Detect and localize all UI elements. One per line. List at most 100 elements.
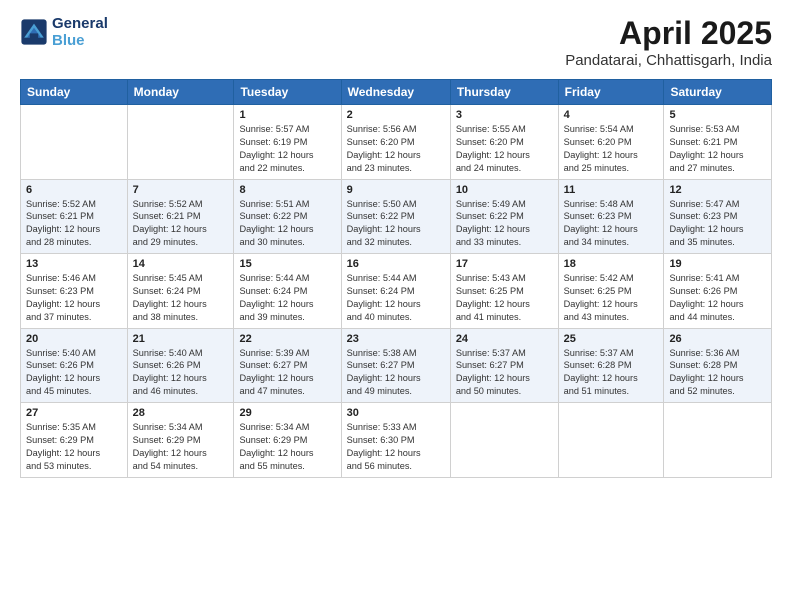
day-info: Sunrise: 5:45 AM Sunset: 6:24 PM Dayligh…: [133, 272, 229, 324]
calendar-cell: 5 Sunrise: 5:53 AM Sunset: 6:21 PM Daylig…: [664, 105, 772, 180]
day-header-monday: Monday: [127, 80, 234, 105]
calendar-cell: 14 Sunrise: 5:45 AM Sunset: 6:24 PM Dayli…: [127, 254, 234, 329]
day-number: 11: [564, 184, 659, 196]
calendar-week-2: 6 Sunrise: 5:52 AM Sunset: 6:21 PM Daylig…: [21, 179, 772, 254]
day-info: Sunrise: 5:43 AM Sunset: 6:25 PM Dayligh…: [456, 272, 553, 324]
day-info: Sunrise: 5:51 AM Sunset: 6:22 PM Dayligh…: [239, 198, 335, 250]
logo-line2: Blue: [52, 32, 85, 49]
day-info: Sunrise: 5:44 AM Sunset: 6:24 PM Dayligh…: [347, 272, 445, 324]
calendar-cell: 30Sunrise: 5:33 AM Sunset: 6:30 PM Dayli…: [341, 403, 450, 478]
day-info: Sunrise: 5:33 AM Sunset: 6:30 PM Dayligh…: [347, 421, 445, 473]
day-info: Sunrise: 5:47 AM Sunset: 6:23 PM Dayligh…: [669, 198, 766, 250]
header: General Blue April 2025 Pandatarai, Chha…: [20, 15, 772, 69]
calendar-cell: 19Sunrise: 5:41 AM Sunset: 6:26 PM Dayli…: [664, 254, 772, 329]
calendar-header-row: SundayMondayTuesdayWednesdayThursdayFrid…: [21, 80, 772, 105]
day-number: 22: [239, 333, 335, 345]
day-info: Sunrise: 5:53 AM Sunset: 6:21 PM Dayligh…: [669, 123, 766, 175]
calendar-cell: 4Sunrise: 5:54 AM Sunset: 6:20 PM Daylig…: [558, 105, 664, 180]
day-info: Sunrise: 5:38 AM Sunset: 6:27 PM Dayligh…: [347, 347, 445, 399]
calendar-cell: 16 Sunrise: 5:44 AM Sunset: 6:24 PM Dayli…: [341, 254, 450, 329]
logo-line1: General: [52, 15, 108, 32]
day-number: 15: [239, 258, 335, 270]
day-number: 2: [347, 109, 445, 121]
calendar-cell: 12 Sunrise: 5:47 AM Sunset: 6:23 PM Dayli…: [664, 179, 772, 254]
calendar-cell: [558, 403, 664, 478]
calendar-cell: 3 Sunrise: 5:55 AM Sunset: 6:20 PM Daylig…: [450, 105, 558, 180]
calendar-cell: 27Sunrise: 5:35 AM Sunset: 6:29 PM Dayli…: [21, 403, 128, 478]
day-info: Sunrise: 5:55 AM Sunset: 6:20 PM Dayligh…: [456, 123, 553, 175]
day-number: 23: [347, 333, 445, 345]
calendar-cell: 24 Sunrise: 5:37 AM Sunset: 6:27 PM Dayli…: [450, 328, 558, 403]
day-number: 28: [133, 407, 229, 419]
day-info: Sunrise: 5:37 AM Sunset: 6:28 PM Dayligh…: [564, 347, 659, 399]
day-header-tuesday: Tuesday: [234, 80, 341, 105]
day-info: Sunrise: 5:57 AM Sunset: 6:19 PM Dayligh…: [239, 123, 335, 175]
day-number: 6: [26, 184, 122, 196]
calendar-cell: 9Sunrise: 5:50 AM Sunset: 6:22 PM Daylig…: [341, 179, 450, 254]
calendar-cell: 22 Sunrise: 5:39 AM Sunset: 6:27 PM Dayli…: [234, 328, 341, 403]
calendar-cell: 29 Sunrise: 5:34 AM Sunset: 6:29 PM Dayli…: [234, 403, 341, 478]
day-info: Sunrise: 5:34 AM Sunset: 6:29 PM Dayligh…: [133, 421, 229, 473]
day-number: 18: [564, 258, 659, 270]
day-info: Sunrise: 5:40 AM Sunset: 6:26 PM Dayligh…: [133, 347, 229, 399]
calendar-cell: 21 Sunrise: 5:40 AM Sunset: 6:26 PM Dayli…: [127, 328, 234, 403]
day-number: 17: [456, 258, 553, 270]
day-number: 21: [133, 333, 229, 345]
day-number: 1: [239, 109, 335, 121]
day-info: Sunrise: 5:49 AM Sunset: 6:22 PM Dayligh…: [456, 198, 553, 250]
day-info: Sunrise: 5:35 AM Sunset: 6:29 PM Dayligh…: [26, 421, 122, 473]
day-info: Sunrise: 5:54 AM Sunset: 6:20 PM Dayligh…: [564, 123, 659, 175]
day-info: Sunrise: 5:44 AM Sunset: 6:24 PM Dayligh…: [239, 272, 335, 324]
day-header-saturday: Saturday: [664, 80, 772, 105]
calendar-cell: 28 Sunrise: 5:34 AM Sunset: 6:29 PM Dayli…: [127, 403, 234, 478]
day-number: 26: [669, 333, 766, 345]
logo-icon: [20, 18, 48, 46]
day-number: 24: [456, 333, 553, 345]
calendar-cell: 23 Sunrise: 5:38 AM Sunset: 6:27 PM Dayli…: [341, 328, 450, 403]
day-info: Sunrise: 5:46 AM Sunset: 6:23 PM Dayligh…: [26, 272, 122, 324]
calendar-cell: [450, 403, 558, 478]
calendar-week-4: 20Sunrise: 5:40 AM Sunset: 6:26 PM Dayli…: [21, 328, 772, 403]
day-header-thursday: Thursday: [450, 80, 558, 105]
day-info: Sunrise: 5:34 AM Sunset: 6:29 PM Dayligh…: [239, 421, 335, 473]
calendar-week-5: 27Sunrise: 5:35 AM Sunset: 6:29 PM Dayli…: [21, 403, 772, 478]
day-info: Sunrise: 5:36 AM Sunset: 6:28 PM Dayligh…: [669, 347, 766, 399]
day-number: 12: [669, 184, 766, 196]
calendar-cell: 7 Sunrise: 5:52 AM Sunset: 6:21 PM Daylig…: [127, 179, 234, 254]
day-number: 5: [669, 109, 766, 121]
day-number: 7: [133, 184, 229, 196]
day-number: 25: [564, 333, 659, 345]
calendar-cell: 25 Sunrise: 5:37 AM Sunset: 6:28 PM Dayli…: [558, 328, 664, 403]
calendar-cell: [664, 403, 772, 478]
day-header-wednesday: Wednesday: [341, 80, 450, 105]
calendar-week-3: 13Sunrise: 5:46 AM Sunset: 6:23 PM Dayli…: [21, 254, 772, 329]
logo: General Blue: [20, 15, 108, 50]
calendar-cell: 18 Sunrise: 5:42 AM Sunset: 6:25 PM Dayli…: [558, 254, 664, 329]
day-number: 16: [347, 258, 445, 270]
calendar-cell: 13Sunrise: 5:46 AM Sunset: 6:23 PM Dayli…: [21, 254, 128, 329]
day-info: Sunrise: 5:52 AM Sunset: 6:21 PM Dayligh…: [26, 198, 122, 250]
calendar-cell: 15 Sunrise: 5:44 AM Sunset: 6:24 PM Dayli…: [234, 254, 341, 329]
day-info: Sunrise: 5:41 AM Sunset: 6:26 PM Dayligh…: [669, 272, 766, 324]
day-info: Sunrise: 5:52 AM Sunset: 6:21 PM Dayligh…: [133, 198, 229, 250]
day-info: Sunrise: 5:42 AM Sunset: 6:25 PM Dayligh…: [564, 272, 659, 324]
day-info: Sunrise: 5:50 AM Sunset: 6:22 PM Dayligh…: [347, 198, 445, 250]
calendar-cell: 17 Sunrise: 5:43 AM Sunset: 6:25 PM Dayli…: [450, 254, 558, 329]
day-info: Sunrise: 5:56 AM Sunset: 6:20 PM Dayligh…: [347, 123, 445, 175]
calendar-cell: 20Sunrise: 5:40 AM Sunset: 6:26 PM Dayli…: [21, 328, 128, 403]
calendar-cell: 8Sunrise: 5:51 AM Sunset: 6:22 PM Daylig…: [234, 179, 341, 254]
calendar-cell: 1 Sunrise: 5:57 AM Sunset: 6:19 PM Daylig…: [234, 105, 341, 180]
day-number: 14: [133, 258, 229, 270]
day-info: Sunrise: 5:48 AM Sunset: 6:23 PM Dayligh…: [564, 198, 659, 250]
calendar-week-1: 1 Sunrise: 5:57 AM Sunset: 6:19 PM Daylig…: [21, 105, 772, 180]
calendar-cell: 26 Sunrise: 5:36 AM Sunset: 6:28 PM Dayli…: [664, 328, 772, 403]
day-number: 3: [456, 109, 553, 121]
calendar-cell: 11 Sunrise: 5:48 AM Sunset: 6:23 PM Dayli…: [558, 179, 664, 254]
day-info: Sunrise: 5:39 AM Sunset: 6:27 PM Dayligh…: [239, 347, 335, 399]
calendar-cell: [21, 105, 128, 180]
day-number: 29: [239, 407, 335, 419]
calendar-title: April 2025: [565, 15, 772, 52]
calendar-cell: [127, 105, 234, 180]
day-info: Sunrise: 5:37 AM Sunset: 6:27 PM Dayligh…: [456, 347, 553, 399]
page: General Blue April 2025 Pandatarai, Chha…: [0, 0, 792, 612]
